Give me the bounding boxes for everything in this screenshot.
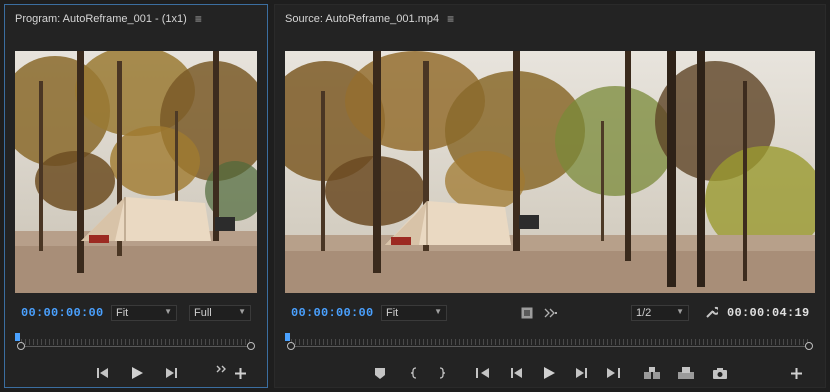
- source-resolution-value: 1/2: [636, 307, 652, 319]
- hamburger-icon[interactable]: ≡: [195, 12, 202, 26]
- source-in-timecode[interactable]: 00:00:00:00: [291, 306, 374, 320]
- program-resolution-value: Full: [194, 307, 212, 319]
- mark-out-icon[interactable]: [435, 365, 449, 381]
- source-video-frame[interactable]: [285, 51, 815, 293]
- source-out-handle[interactable]: [805, 342, 813, 350]
- settings-wrench-icon[interactable]: [703, 304, 719, 320]
- source-time-ruler[interactable]: [285, 333, 815, 355]
- program-playhead[interactable]: [15, 333, 20, 341]
- program-time-ruler[interactable]: [15, 333, 257, 355]
- hamburger-icon[interactable]: ≡: [447, 12, 454, 26]
- chevron-down-icon: ▼: [434, 307, 442, 316]
- chevron-down-icon: ▼: [676, 307, 684, 316]
- play-icon[interactable]: [541, 365, 557, 381]
- source-duration-timecode[interactable]: 00:00:04:19: [727, 306, 810, 320]
- source-panel-header[interactable]: Source: AutoReframe_001.mp4 ≡: [275, 5, 825, 33]
- source-ruler-track: [291, 346, 809, 347]
- program-monitor-panel: Program: AutoReframe_001 - (1x1) ≡ 00:00…: [4, 4, 268, 388]
- step-forward-icon[interactable]: [573, 365, 589, 381]
- source-panel-title[interactable]: Source: AutoReframe_001.mp4: [285, 13, 439, 25]
- source-zoom-value: Fit: [386, 307, 399, 319]
- program-current-timecode[interactable]: 00:00:00:00: [21, 306, 104, 320]
- source-playhead[interactable]: [285, 333, 290, 341]
- program-ruler-track: [21, 346, 251, 347]
- safe-margins-icon[interactable]: [519, 305, 535, 321]
- source-controls-row: 00:00:00:00 Fit ▼ 1/2 ▼ 00:00:04:19: [275, 301, 825, 325]
- go-to-in-icon[interactable]: [475, 365, 491, 381]
- add-button-icon[interactable]: [789, 365, 803, 381]
- program-panel-title[interactable]: Program: AutoReframe_001 - (1x1): [15, 13, 187, 25]
- drag-video-audio-icon[interactable]: [543, 305, 559, 321]
- program-resolution-dropdown[interactable]: Full ▼: [189, 305, 251, 321]
- program-panel-header[interactable]: Program: AutoReframe_001 - (1x1) ≡: [5, 5, 267, 33]
- program-zoom-value: Fit: [116, 307, 129, 319]
- chevron-down-icon: ▼: [164, 307, 172, 316]
- program-in-handle[interactable]: [17, 342, 25, 350]
- premiere-monitors: Program: AutoReframe_001 - (1x1) ≡ 00:00…: [0, 0, 830, 392]
- source-transport-controls: [275, 365, 825, 385]
- program-ruler-ticks: [21, 339, 251, 345]
- source-zoom-dropdown[interactable]: Fit ▼: [381, 305, 447, 321]
- overwrite-icon[interactable]: [677, 365, 695, 381]
- program-out-handle[interactable]: [247, 342, 255, 350]
- step-back-icon[interactable]: [95, 365, 111, 381]
- step-forward-icon[interactable]: [163, 365, 179, 381]
- add-button-icon[interactable]: [233, 365, 247, 381]
- export-frame-icon[interactable]: [711, 365, 729, 381]
- source-in-handle[interactable]: [287, 342, 295, 350]
- insert-icon[interactable]: [643, 365, 661, 381]
- program-zoom-dropdown[interactable]: Fit ▼: [111, 305, 177, 321]
- source-video-image: [285, 51, 815, 293]
- play-icon[interactable]: [129, 365, 145, 381]
- marker-icon[interactable]: [373, 365, 387, 381]
- program-video-frame[interactable]: [15, 51, 257, 293]
- step-back-icon[interactable]: [509, 365, 525, 381]
- source-ruler-ticks: [291, 339, 809, 345]
- source-resolution-dropdown[interactable]: 1/2 ▼: [631, 305, 689, 321]
- source-monitor-panel: Source: AutoReframe_001.mp4 ≡ 00:00:00:0…: [274, 4, 826, 388]
- program-transport-controls: [5, 365, 267, 385]
- chevron-down-icon: ▼: [238, 307, 246, 316]
- program-controls-row: 00:00:00:00 Fit ▼ Full ▼: [5, 301, 267, 325]
- mark-in-icon[interactable]: [407, 365, 421, 381]
- go-to-out-icon[interactable]: [605, 365, 621, 381]
- extend-icon[interactable]: [215, 361, 229, 377]
- program-video-image: [15, 51, 257, 293]
